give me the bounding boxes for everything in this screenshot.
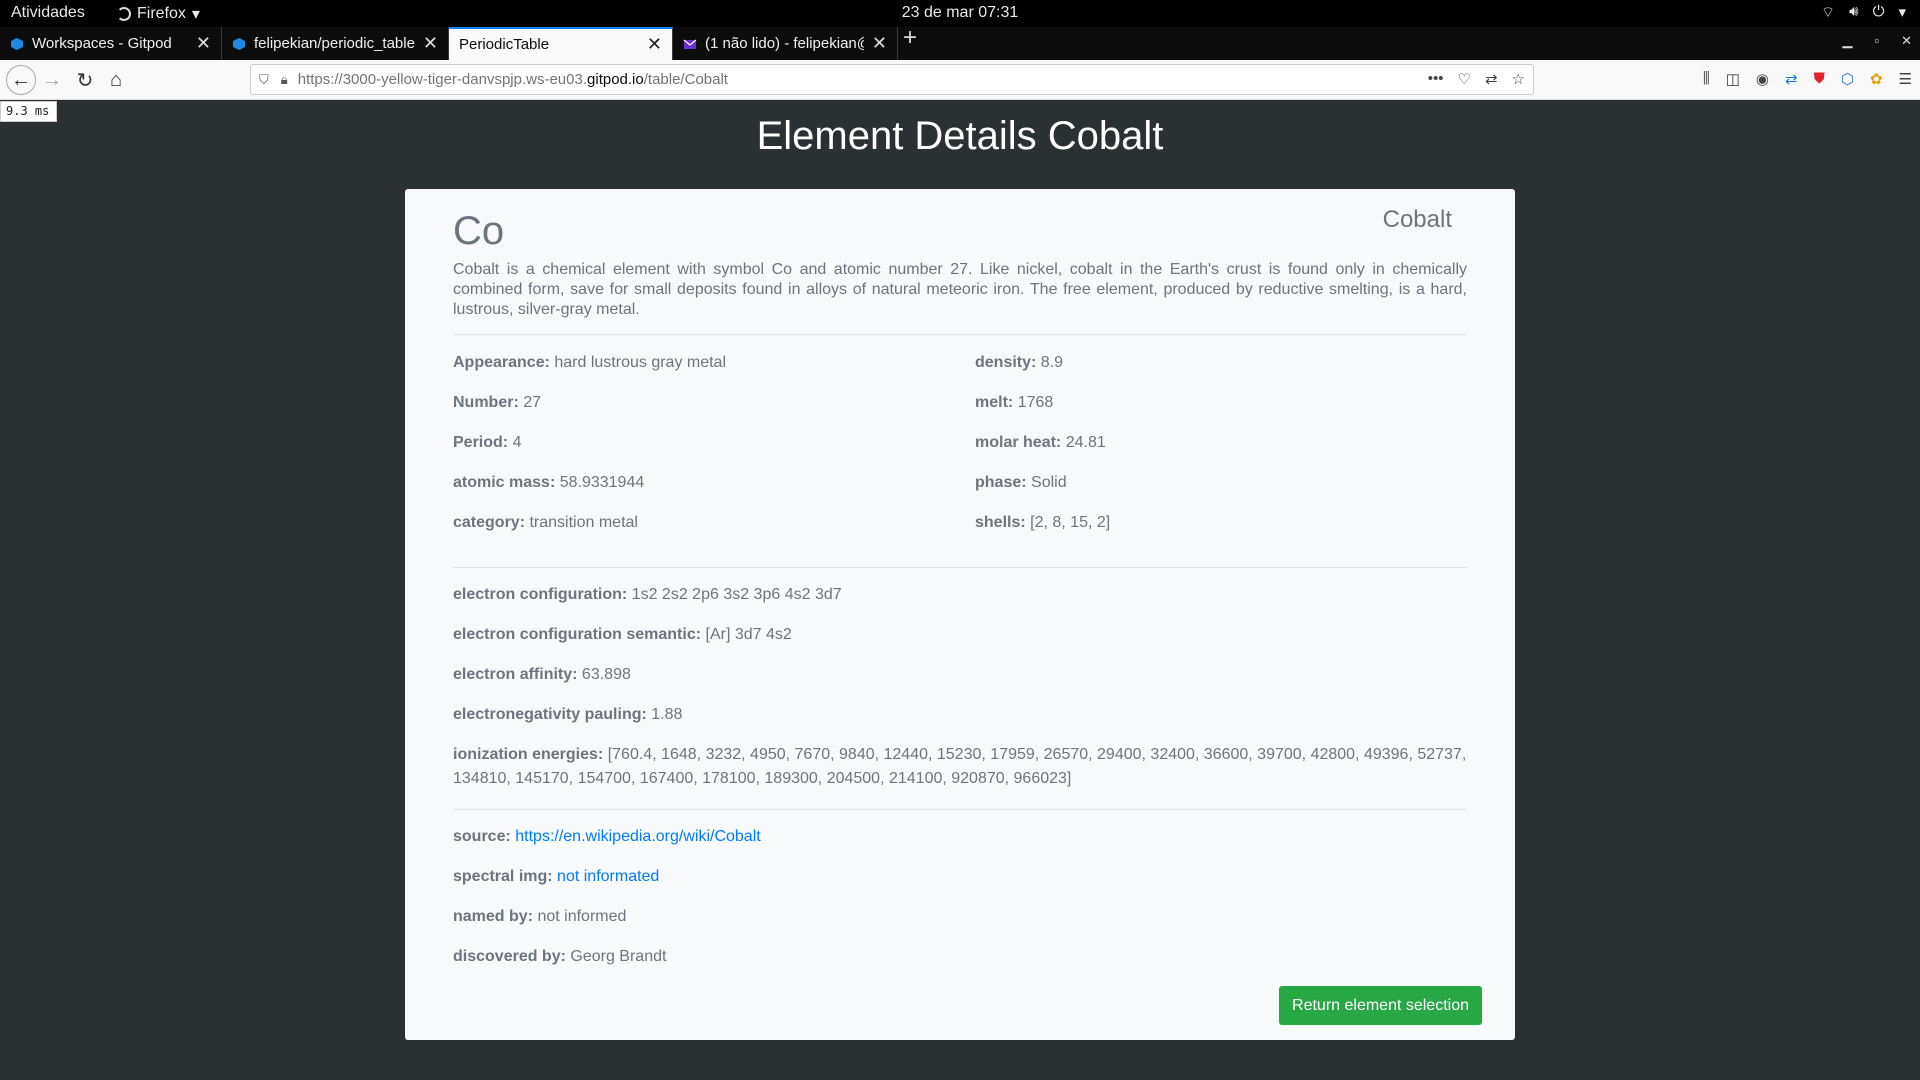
library-icon[interactable]: ⫼	[1703, 70, 1710, 88]
prop-period: Period: 4	[453, 434, 522, 451]
divider	[453, 334, 1467, 335]
prop-electron-affinity: electron affinity: 63.898	[453, 666, 631, 683]
tab-label: PeriodicTable	[459, 36, 550, 53]
url-actions: ••• ♡ ⇄ ☆	[1428, 70, 1525, 88]
prop-appearance: Appearance: hard lustrous gray metal	[453, 354, 727, 371]
tab-label: (1 não lido) - felipekian@	[705, 35, 864, 52]
home-button[interactable]: ⌂	[104, 68, 128, 92]
bookmark-star-icon[interactable]: ☆	[1512, 70, 1525, 88]
prop-spectral-img: spectral img: not informated	[453, 868, 660, 885]
tab-workspaces[interactable]: Workspaces - Gitpod ✕	[0, 27, 222, 60]
lock-icon[interactable]: 🔒︎	[281, 72, 288, 88]
power-icon: ⏻	[1872, 3, 1885, 20]
tab-mail[interactable]: (1 não lido) - felipekian@ ✕	[673, 27, 898, 60]
toolbar-icons: ⫼ ◫ ◉ ⇄ ⛊ ⬡ ✿ ☰	[1703, 70, 1912, 88]
close-icon[interactable]: ✕	[872, 33, 887, 54]
sidebar-icon[interactable]: ◫	[1726, 70, 1740, 88]
chevron-down-icon: ▾	[1898, 4, 1906, 21]
prop-source: source: https://en.wikipedia.org/wiki/Co…	[453, 828, 761, 845]
prop-discovered-by: discovered by: Georg Brandt	[453, 948, 667, 965]
tab-periodic-table[interactable]: PeriodicTable ✕	[449, 27, 673, 60]
tab-label: Workspaces - Gitpod	[32, 35, 172, 52]
url-bar[interactable]: ⛉ 🔒︎ https://3000-yellow-tiger-danvspjp.…	[250, 64, 1534, 95]
divider	[453, 809, 1467, 810]
url-text[interactable]: https://3000-yellow-tiger-danvspjp.ws-eu…	[298, 71, 728, 88]
system-top-bar: Atividades Firefox ▾ 23 de mar 07:31 ⌔ 🔊…	[0, 0, 1920, 27]
divider	[453, 567, 1467, 568]
volume-icon: 🔊︎	[1849, 3, 1859, 20]
element-symbol: Co	[453, 209, 505, 253]
minimize-icon[interactable]: ▁	[1842, 33, 1852, 49]
reload-button[interactable]: ↻	[73, 68, 97, 92]
close-icon[interactable]: ✕	[647, 34, 662, 55]
source-link[interactable]: https://en.wikipedia.org/wiki/Cobalt	[515, 828, 760, 845]
page-title: Element Details Cobalt	[756, 114, 1164, 158]
translate-icon[interactable]: ⇄	[1485, 70, 1498, 88]
navigation-bar: ← → ↻ ⌂ ⛉ 🔒︎ https://3000-yellow-tiger-d…	[0, 60, 1920, 100]
pocket-icon[interactable]: ♡	[1458, 70, 1471, 88]
tab-strip: Workspaces - Gitpod ✕ felipekian/periodi…	[0, 24, 1920, 60]
close-icon[interactable]: ✕	[196, 33, 211, 54]
element-details-card: Co Cobalt Cobalt is a chemical element w…	[405, 189, 1515, 1040]
close-window-icon[interactable]: ✕	[1901, 33, 1912, 49]
prop-named-by: named by: not informed	[453, 908, 627, 925]
more-actions-icon[interactable]: •••	[1428, 70, 1444, 88]
translate-extension-icon[interactable]: ⇄	[1785, 70, 1798, 88]
color-extension-icon[interactable]: ✿	[1870, 70, 1883, 88]
account-icon[interactable]: ◉	[1756, 70, 1769, 88]
clock[interactable]: 23 de mar 07:31	[0, 4, 1920, 22]
shield-icon[interactable]: ⛉	[259, 72, 269, 88]
prop-electron-configuration: electron configuration: 1s2 2s2 2p6 3s2 …	[453, 586, 842, 603]
prop-electron-configuration-semantic: electron configuration semantic: [Ar] 3d…	[453, 626, 792, 643]
element-summary: Cobalt is a chemical element with symbol…	[453, 261, 1467, 318]
spectral-img-link[interactable]: not informated	[557, 868, 659, 885]
element-name: Cobalt	[1382, 206, 1452, 233]
tab-github[interactable]: felipekian/periodic_table ✕	[222, 27, 449, 60]
forward-button[interactable]: →	[40, 68, 64, 92]
tab-label: felipekian/periodic_table	[254, 35, 415, 52]
wifi-icon: ⌔	[1821, 4, 1836, 21]
close-icon[interactable]: ✕	[423, 33, 438, 54]
system-tray[interactable]: ⌔ 🔊︎ ⏻ ▾	[1821, 3, 1906, 22]
prop-category: category: transition metal	[453, 514, 638, 531]
prop-melt: melt: 1768	[975, 394, 1054, 411]
gitpod-icon	[233, 37, 245, 50]
prop-molar-heat: molar heat: 24.81	[975, 434, 1106, 451]
menu-icon[interactable]: ☰	[1899, 70, 1912, 88]
back-button[interactable]: ←	[6, 65, 36, 95]
mail-icon	[683, 39, 697, 49]
prop-number: Number: 27	[453, 394, 542, 411]
return-element-selection-button[interactable]: Return element selection	[1279, 986, 1482, 1025]
prop-shells: shells: [2, 8, 15, 2]	[975, 514, 1111, 531]
window-controls: ▁ ▫ ✕	[1842, 33, 1912, 49]
prop-phase: phase: Solid	[975, 474, 1067, 491]
prop-electronegativity: electronegativity pauling: 1.88	[453, 706, 683, 723]
gitpod-extension-icon[interactable]: ⬡	[1841, 70, 1854, 88]
gitpod-icon	[11, 37, 23, 50]
prop-ionization-energies: ionization energies: [760.4, 1648, 3232,…	[453, 746, 1467, 787]
prop-density: density: 8.9	[975, 354, 1064, 371]
prop-atomic-mass: atomic mass: 58.9331944	[453, 474, 645, 491]
maximize-icon[interactable]: ▫	[1874, 33, 1879, 49]
new-tab-button[interactable]: +	[903, 24, 917, 52]
ublock-icon[interactable]: ⛊	[1814, 70, 1825, 88]
